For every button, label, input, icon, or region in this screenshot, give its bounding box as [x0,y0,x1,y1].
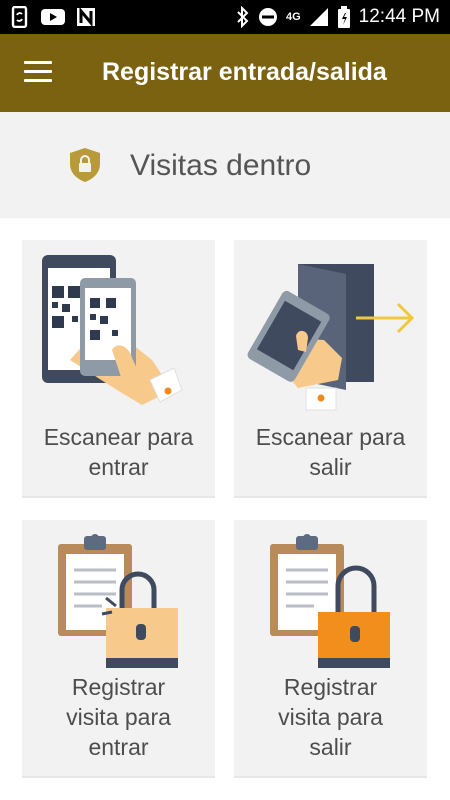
scan-enter-card[interactable]: Escanear para entrar [22,240,215,498]
page-title: Registrar entrada/salida [102,58,387,86]
scan-exit-label-line1: Escanear para [255,424,406,450]
register-enter-label-line3: entrar [88,734,149,760]
battery-icon [337,6,350,28]
visitas-dentro-row[interactable]: Visitas dentro [0,112,450,218]
shield-lock-icon [70,148,100,182]
sync-phone-icon [11,6,28,28]
signal-icon [309,8,328,26]
register-visit-enter-icon [58,534,178,668]
register-visit-enter-card[interactable]: Registrar visita para entrar [22,520,215,778]
register-exit-label-line1: Registrar [283,674,378,700]
scan-exit-card[interactable]: Escanear para salir [234,240,427,498]
qr-scan-exit-icon [247,264,415,411]
register-exit-label-line2: visita para [278,704,383,730]
n-app-icon [77,7,95,27]
register-enter-label-line1: Registrar [71,674,166,700]
qr-scan-enter-icon [42,255,183,405]
do-not-disturb-icon [258,8,277,26]
register-exit-label-line3: salir [309,734,352,760]
scan-exit-label-line2: salir [309,454,352,480]
bluetooth-icon [237,6,249,28]
status-bar: 4G 12:44 PM [0,0,450,34]
app-bar: Registrar entrada/salida [0,34,450,112]
register-visit-exit-icon [270,534,390,668]
scan-enter-label-line2: entrar [88,454,149,480]
network-type: 4G [285,11,301,23]
hamburger-menu-icon[interactable] [24,61,54,85]
register-visit-exit-card[interactable]: Registrar visita para salir [234,520,427,778]
youtube-icon [41,9,65,25]
clock: 12:44 PM [358,6,440,27]
visitas-dentro-label: Visitas dentro [130,149,312,182]
register-enter-label-line2: visita para [66,704,171,730]
scan-enter-label-line1: Escanear para [43,424,194,450]
